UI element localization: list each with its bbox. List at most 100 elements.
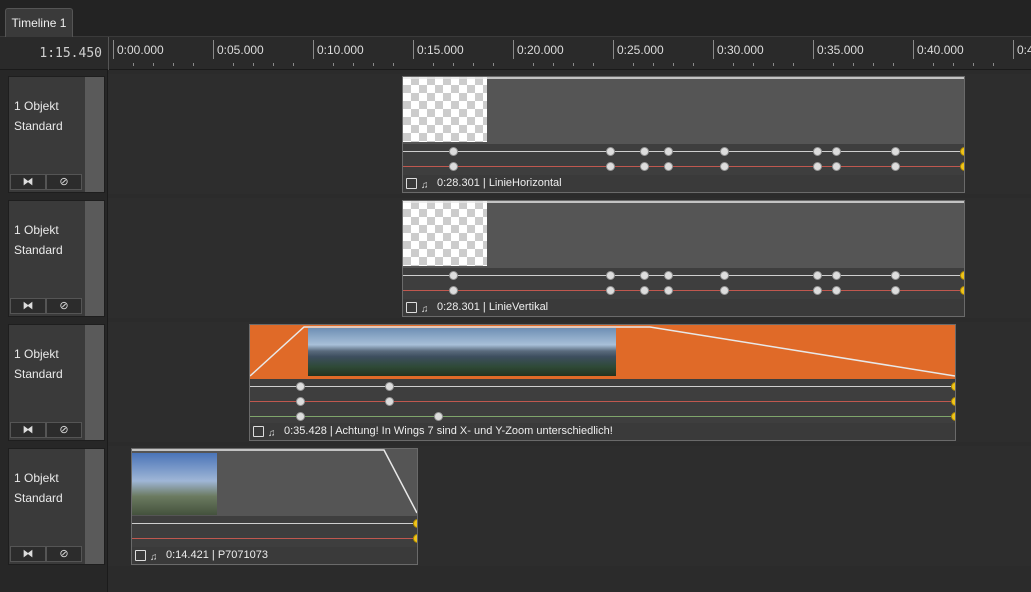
keyframe-point[interactable]	[720, 147, 729, 156]
keyframe-point[interactable]	[296, 412, 305, 421]
keyframe-point[interactable]	[640, 162, 649, 171]
track-mute-button[interactable]: ⊘	[46, 546, 82, 562]
ruler-tick	[613, 40, 614, 59]
keyframe-point[interactable]	[664, 162, 673, 171]
track-mute-button[interactable]: ⊘	[46, 298, 82, 314]
keyframe-point[interactable]	[832, 162, 841, 171]
ruler-minor-tick	[753, 63, 754, 66]
keyframe-point[interactable]	[606, 147, 615, 156]
track-link-button[interactable]: ⧓	[10, 422, 46, 438]
timeline-clip[interactable]: ♫ 0:28.301 | LinieHorizontal	[402, 76, 965, 193]
keyframe-line	[403, 275, 964, 276]
ruler-minor-tick	[733, 63, 734, 66]
track-color-bar[interactable]	[85, 325, 104, 440]
ruler-tick-label: 0:05.000	[217, 43, 264, 57]
keyframe-point[interactable]	[640, 286, 649, 295]
track-link-button[interactable]: ⧓	[10, 546, 46, 562]
clip-label: 0:28.301 | LinieHorizontal	[437, 175, 562, 192]
keyframe-point[interactable]	[664, 147, 673, 156]
keyframe-point[interactable]	[434, 412, 443, 421]
track-header[interactable]: 1 Objekt Standard ⧓ ⊘	[8, 76, 105, 193]
keyframe-point[interactable]	[606, 271, 615, 280]
track-header[interactable]: 1 Objekt Standard ⧓ ⊘	[8, 200, 105, 317]
clip-name: LinieHorizontal	[488, 177, 562, 189]
keyframe-point[interactable]	[385, 397, 394, 406]
timeline-clip[interactable]: ♫ 0:14.421 | P7071073	[131, 448, 418, 565]
keyframe-point[interactable]	[640, 271, 649, 280]
keyframe-point[interactable]	[385, 382, 394, 391]
keyframe-point[interactable]	[813, 147, 822, 156]
ruler-minor-tick	[173, 63, 174, 66]
keyframe-point[interactable]	[813, 162, 822, 171]
ruler-minor-tick	[353, 63, 354, 66]
keyframe-point[interactable]	[813, 271, 822, 280]
keyframe-point[interactable]	[664, 286, 673, 295]
keyframe-area[interactable]	[132, 516, 417, 549]
track-link-button[interactable]: ⧓	[10, 174, 46, 190]
keyframe-point[interactable]	[960, 271, 964, 280]
ruler-minor-tick	[853, 63, 854, 66]
opacity-envelope[interactable]	[250, 325, 956, 379]
keyframe-point[interactable]	[296, 397, 305, 406]
keyframe-point[interactable]	[891, 271, 900, 280]
clip-duration: 0:28.301	[437, 177, 480, 189]
keyframe-point[interactable]	[951, 397, 955, 406]
keyframe-point[interactable]	[832, 147, 841, 156]
opacity-envelope[interactable]	[132, 449, 418, 516]
keyframe-point[interactable]	[720, 271, 729, 280]
keyframe-point[interactable]	[664, 271, 673, 280]
keyframe-point[interactable]	[449, 271, 458, 280]
keyframe-point[interactable]	[891, 147, 900, 156]
timeline-clip[interactable]: ♫ 0:28.301 | LinieVertikal	[402, 200, 965, 317]
timeline-clip[interactable]: ♫ 0:35.428 | Achtung! In Wings 7 sind X- …	[249, 324, 956, 441]
track-header[interactable]: 1 Objekt Standard ⧓ ⊘	[8, 448, 105, 565]
ruler-tick	[713, 40, 714, 59]
ruler-minor-tick	[493, 63, 494, 66]
keyframe-point[interactable]	[720, 162, 729, 171]
ruler-tick-label: 0:10.000	[317, 43, 364, 57]
keyframe-point[interactable]	[413, 534, 417, 543]
tab-timeline-1[interactable]: Timeline 1	[5, 8, 73, 37]
ruler-minor-tick	[833, 63, 834, 66]
ruler-tick	[813, 40, 814, 59]
track-color-bar[interactable]	[85, 449, 104, 564]
track-mode: Standard	[14, 119, 63, 133]
keyframe-point[interactable]	[951, 382, 955, 391]
keyframe-area[interactable]	[250, 379, 955, 425]
keyframe-point[interactable]	[951, 412, 955, 421]
keyframe-point[interactable]	[606, 162, 615, 171]
keyframe-point[interactable]	[960, 286, 964, 295]
keyframe-point[interactable]	[449, 162, 458, 171]
keyframe-point[interactable]	[449, 147, 458, 156]
keyframe-point[interactable]	[891, 162, 900, 171]
clip-duration: 0:35.428	[284, 425, 327, 437]
keyframe-point[interactable]	[960, 162, 964, 171]
ruler-minor-tick	[233, 63, 234, 66]
keyframe-point[interactable]	[640, 147, 649, 156]
keyframe-point[interactable]	[413, 519, 417, 528]
ruler-minor-tick	[793, 63, 794, 66]
opacity-envelope[interactable]	[403, 77, 965, 144]
keyframe-area[interactable]	[403, 144, 964, 177]
keyframe-point[interactable]	[296, 382, 305, 391]
keyframe-point[interactable]	[960, 147, 964, 156]
track-mute-button[interactable]: ⊘	[46, 422, 82, 438]
keyframe-point[interactable]	[813, 286, 822, 295]
keyframe-point[interactable]	[720, 286, 729, 295]
track-link-button[interactable]: ⧓	[10, 298, 46, 314]
keyframe-point[interactable]	[449, 286, 458, 295]
keyframe-point[interactable]	[832, 286, 841, 295]
time-ruler[interactable]: 0:00.000 0:05.000 0:10.000 0:15.000 0:20.000…	[108, 37, 1031, 70]
track-header[interactable]: 1 Objekt Standard ⧓ ⊘	[8, 324, 105, 441]
track-color-bar[interactable]	[85, 201, 104, 316]
keyframe-point[interactable]	[832, 271, 841, 280]
ruler-tick-label: 0:25.000	[617, 43, 664, 57]
keyframe-point[interactable]	[606, 286, 615, 295]
opacity-envelope[interactable]	[403, 201, 965, 268]
track-mute-button[interactable]: ⊘	[46, 174, 82, 190]
track-color-bar[interactable]	[85, 77, 104, 192]
envelope-line	[250, 326, 955, 377]
ruler-tick	[513, 40, 514, 59]
keyframe-area[interactable]	[403, 268, 964, 301]
keyframe-point[interactable]	[891, 286, 900, 295]
